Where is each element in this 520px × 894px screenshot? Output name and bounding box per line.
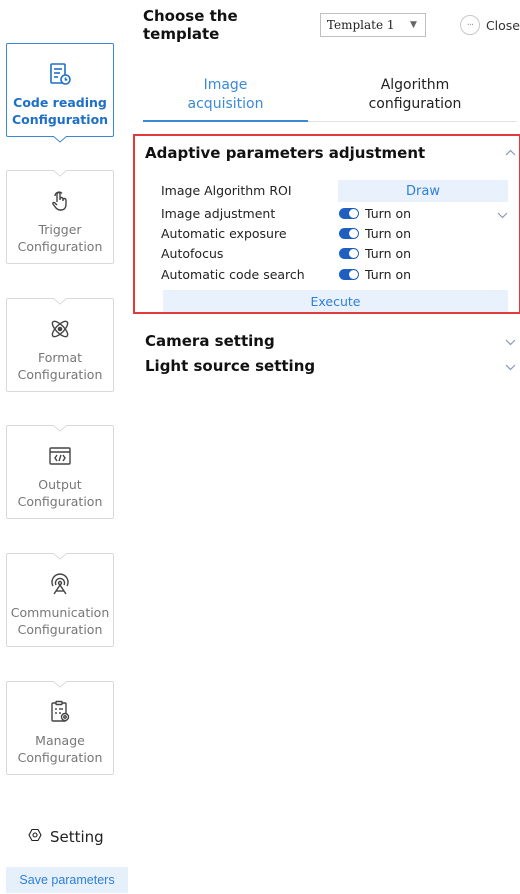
tab-image-acquisition[interactable]: Image acquisition	[143, 76, 308, 122]
sidebar-item-communication[interactable]: Communication Configuration	[6, 553, 114, 647]
sidebar-item-label: Output	[38, 477, 82, 492]
tab-label: Algorithm	[380, 77, 450, 93]
close-button[interactable]: ··· Close	[459, 15, 520, 35]
chevron-down-icon[interactable]	[505, 336, 516, 349]
notch-icon	[53, 298, 67, 305]
execute-button[interactable]: Execute	[163, 290, 508, 312]
template-select-value: Template 1	[326, 18, 395, 32]
chevron-down-icon[interactable]	[505, 361, 516, 374]
notch-icon	[53, 170, 67, 177]
toggle-state: Turn on	[365, 245, 412, 261]
setting-button[interactable]: Setting	[28, 828, 104, 846]
roi-row-label: Image Algorithm ROI	[161, 182, 292, 198]
notch-icon	[53, 681, 67, 688]
autofocus-toggle[interactable]: Turn on	[339, 243, 411, 263]
panel-title: Adaptive parameters adjustment	[145, 144, 426, 162]
dropdown-triangle-icon: ▼	[410, 20, 417, 30]
sidebar-item-manage[interactable]: Manage Configuration	[6, 681, 114, 775]
sidebar-item-label: Manage	[35, 733, 85, 748]
config-tabs: Image acquisition Algorithm configuratio…	[143, 76, 517, 122]
sidebar-item-label: Code reading	[13, 95, 107, 110]
notch-icon	[53, 425, 67, 432]
chevron-down-icon[interactable]	[497, 209, 508, 222]
toggle-state: Turn on	[365, 205, 412, 221]
toggle-switch[interactable]	[339, 247, 359, 259]
hexagon-gear-icon	[28, 828, 42, 846]
setting-row-label: Image adjustment	[161, 205, 276, 221]
tab-label: configuration	[368, 96, 462, 112]
toggle-switch[interactable]	[339, 207, 359, 219]
setting-row-label: Autofocus	[161, 245, 224, 261]
sidebar-item-label: Format	[37, 350, 83, 365]
setting-row-label: Automatic exposure	[161, 225, 287, 241]
toggle-switch[interactable]	[339, 268, 359, 280]
save-parameters-button[interactable]: Save parameters	[6, 867, 128, 893]
template-title: Choose the template	[143, 7, 238, 43]
sidebar-item-trigger[interactable]: Trigger Configuration	[6, 170, 114, 264]
sidebar-item-code-reading[interactable]: Code reading Configuration	[6, 43, 114, 143]
sidebar: Code reading Configuration Trigger Confi…	[0, 0, 130, 894]
adaptive-parameters-panel: Adaptive parameters adjustment Image Alg…	[133, 134, 520, 314]
camera-setting-section[interactable]: Camera setting	[145, 332, 275, 350]
tab-label: Image	[203, 77, 248, 93]
more-dots-icon: ···	[459, 15, 480, 35]
automatic-code-search-toggle[interactable]: Turn on	[339, 264, 411, 284]
sidebar-item-output[interactable]: Output Configuration	[6, 425, 114, 519]
sidebar-item-label: Communication	[10, 605, 110, 620]
automatic-exposure-toggle[interactable]: Turn on	[339, 223, 411, 243]
notch-icon	[53, 553, 67, 560]
toggle-state: Turn on	[365, 225, 412, 241]
chevron-up-icon[interactable]	[505, 146, 516, 159]
sidebar-item-label: Configuration	[17, 750, 103, 765]
setting-label: Setting	[50, 828, 104, 846]
light-source-setting-section[interactable]: Light source setting	[145, 357, 315, 375]
toggle-state: Turn on	[365, 266, 412, 282]
tab-algorithm-configuration[interactable]: Algorithm configuration	[320, 76, 510, 122]
notch-icon	[53, 136, 67, 143]
code-output-icon	[46, 442, 74, 470]
draw-button[interactable]: Draw	[338, 180, 508, 202]
sidebar-item-label: Configuration	[17, 239, 103, 254]
pointer-hand-icon	[46, 187, 74, 215]
sidebar-item-format[interactable]: Format Configuration	[6, 298, 114, 392]
atom-format-icon	[46, 315, 74, 343]
toggle-switch[interactable]	[339, 227, 359, 239]
image-adjustment-toggle[interactable]: Turn on	[339, 203, 411, 223]
sidebar-item-label: Trigger	[38, 222, 82, 237]
sidebar-item-label: Configuration	[17, 367, 103, 382]
sidebar-item-label: Configuration	[17, 622, 103, 637]
tab-label: acquisition	[187, 96, 264, 112]
sidebar-item-label: Configuration	[17, 494, 103, 509]
app-root: Code reading Configuration Trigger Confi…	[0, 0, 520, 894]
setting-row-label: Automatic code search	[161, 266, 305, 282]
template-select[interactable]: Template 1 ▼	[319, 13, 426, 37]
template-header: Choose the template Template 1 ▼ ··· Clo…	[143, 7, 520, 43]
code-reading-icon	[46, 60, 74, 88]
close-label: Close	[485, 17, 520, 33]
manage-icon	[46, 698, 74, 726]
antenna-icon	[46, 570, 74, 598]
sidebar-item-label: Configuration	[11, 112, 109, 127]
